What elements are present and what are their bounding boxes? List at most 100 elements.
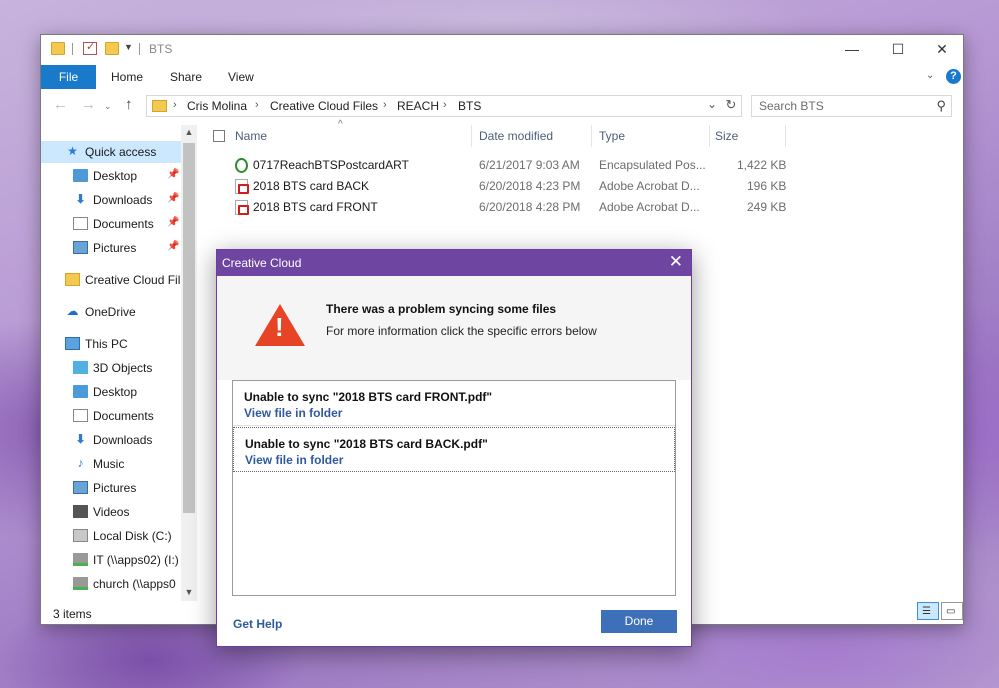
- column-name[interactable]: Name: [235, 125, 267, 147]
- view-file-in-folder-link[interactable]: View file in folder: [245, 453, 343, 467]
- expand-ribbon-icon[interactable]: ⌄: [926, 70, 934, 81]
- column-size[interactable]: Size: [715, 125, 738, 147]
- tab-share[interactable]: Share: [170, 65, 202, 89]
- scroll-down-icon[interactable]: ▼: [181, 587, 197, 597]
- nav-item-pc-desktop[interactable]: Desktop: [41, 381, 181, 403]
- details-view-button[interactable]: ☰: [917, 602, 939, 620]
- search-input[interactable]: [759, 97, 929, 115]
- nav-label: Desktop: [93, 385, 138, 399]
- nav-item-pc-pictures[interactable]: Pictures: [41, 477, 181, 499]
- tab-view[interactable]: View: [228, 65, 254, 89]
- nav-item-this-pc[interactable]: This PC: [41, 333, 181, 355]
- view-file-in-folder-link[interactable]: View file in folder: [244, 406, 342, 420]
- large-icons-view-button[interactable]: ▭: [941, 602, 963, 620]
- chevron-right-icon[interactable]: ›: [443, 99, 447, 111]
- nav-item-onedrive[interactable]: ☁ OneDrive: [41, 301, 181, 323]
- breadcrumb-creative-cloud-files[interactable]: Creative Cloud Files: [270, 99, 378, 113]
- up-arrow-icon[interactable]: ↑: [125, 96, 133, 113]
- breadcrumb-reach[interactable]: REACH: [397, 99, 439, 113]
- file-row[interactable]: 2018 BTS card BACK 6/20/2018 4:23 PM Ado…: [231, 176, 791, 197]
- maximize-button[interactable]: ☐: [875, 35, 921, 63]
- recent-locations-icon[interactable]: ⌄: [104, 101, 112, 112]
- scroll-up-icon[interactable]: ▲: [181, 127, 197, 137]
- error-list: Unable to sync "2018 BTS card FRONT.pdf"…: [232, 380, 676, 596]
- search-icon[interactable]: ⚲: [936, 98, 946, 114]
- back-arrow-icon[interactable]: ←: [53, 96, 68, 113]
- nav-item-pc-documents[interactable]: Documents: [41, 405, 181, 427]
- nav-item-local-disk[interactable]: Local Disk (C:): [41, 525, 181, 547]
- nav-item-3d-objects[interactable]: 3D Objects: [41, 357, 181, 379]
- pin-icon[interactable]: 📌: [167, 169, 179, 180]
- nav-label: Downloads: [93, 433, 153, 447]
- pdf-icon: [235, 179, 249, 194]
- onedrive-icon: ☁: [66, 304, 79, 318]
- tab-home[interactable]: Home: [111, 65, 143, 89]
- nav-item-pc-downloads[interactable]: ⬇ Downloads: [41, 429, 181, 451]
- pin-icon[interactable]: 📌: [167, 217, 179, 228]
- help-icon[interactable]: ?: [946, 69, 961, 84]
- tab-file[interactable]: File: [41, 65, 96, 89]
- chevron-right-icon[interactable]: ›: [255, 99, 259, 111]
- nav-item-creative-cloud-files[interactable]: Creative Cloud Fil: [41, 269, 181, 291]
- nav-item-music[interactable]: ♪ Music: [41, 453, 181, 475]
- nav-item-pictures[interactable]: Pictures 📌: [41, 237, 181, 259]
- large-icons-view-icon: ▭: [946, 606, 956, 617]
- details-view-icon: ☰: [922, 606, 931, 617]
- nav-scrollbar[interactable]: ▲ ▼: [181, 125, 197, 601]
- file-size: 1,422 KB: [737, 158, 787, 172]
- documents-icon: [73, 217, 88, 230]
- column-date-modified[interactable]: Date modified: [479, 125, 553, 147]
- nav-item-quick-access[interactable]: ★ Quick access: [41, 141, 181, 163]
- nav-item-documents[interactable]: Documents 📌: [41, 213, 181, 235]
- scrollbar-thumb[interactable]: [183, 143, 195, 513]
- file-size: 196 KB: [747, 179, 787, 193]
- error-item[interactable]: Unable to sync "2018 BTS card FRONT.pdf"…: [233, 381, 675, 426]
- file-type: Adobe Acrobat D...: [599, 200, 700, 214]
- file-row[interactable]: 2018 BTS card FRONT 6/20/2018 4:28 PM Ad…: [231, 197, 791, 218]
- customize-quick-access-icon[interactable]: ▼: [124, 42, 133, 52]
- nav-item-downloads[interactable]: ⬇ Downloads 📌: [41, 189, 181, 211]
- sort-ascending-icon: ^: [338, 119, 343, 130]
- minimize-button[interactable]: —: [829, 35, 875, 63]
- file-name: 2018 BTS card BACK: [253, 179, 370, 193]
- refresh-icon[interactable]: ↻: [722, 96, 740, 114]
- dialog-close-button[interactable]: ✕: [669, 252, 683, 272]
- network-drive-icon: [73, 577, 88, 590]
- address-dropdown-icon[interactable]: ⌄: [707, 97, 717, 111]
- chevron-right-icon[interactable]: ›: [173, 99, 177, 111]
- new-folder-icon[interactable]: [105, 42, 119, 55]
- properties-icon[interactable]: [83, 40, 97, 55]
- done-button[interactable]: Done: [601, 610, 677, 633]
- close-button[interactable]: ✕: [919, 35, 965, 63]
- chevron-right-icon[interactable]: ›: [383, 99, 387, 111]
- music-icon: ♪: [77, 456, 84, 470]
- column-type[interactable]: Type: [599, 125, 625, 147]
- nav-item-network-drive-church[interactable]: church (\\apps0: [41, 573, 181, 595]
- nav-label: Desktop: [93, 169, 138, 183]
- eps-icon: [235, 158, 248, 173]
- file-date: 6/20/2018 4:28 PM: [479, 200, 581, 214]
- divider: [72, 43, 73, 55]
- creative-cloud-folder-icon: [65, 273, 80, 286]
- pin-icon[interactable]: 📌: [167, 241, 179, 252]
- file-name: 0717ReachBTSPostcardART: [253, 158, 409, 172]
- error-item[interactable]: Unable to sync "2018 BTS card BACK.pdf" …: [233, 427, 675, 472]
- nav-label: 3D Objects: [93, 361, 153, 375]
- divider: [591, 125, 592, 147]
- breadcrumb-cris-molina[interactable]: Cris Molina: [187, 99, 247, 113]
- get-help-link[interactable]: Get Help: [233, 617, 282, 631]
- nav-item-network-drive-it[interactable]: IT (\\apps02) (I:): [41, 549, 181, 571]
- address-bar[interactable]: › Cris Molina › Creative Cloud Files › R…: [146, 95, 742, 117]
- forward-arrow-icon[interactable]: →: [81, 96, 96, 113]
- pictures-icon: [73, 481, 88, 494]
- nav-item-desktop[interactable]: Desktop 📌: [41, 165, 181, 187]
- dialog-subheading: For more information click the specific …: [326, 324, 597, 338]
- file-row[interactable]: 0717ReachBTSPostcardART 6/21/2017 9:03 A…: [231, 155, 791, 176]
- pin-icon[interactable]: 📌: [167, 193, 179, 204]
- breadcrumb-bts[interactable]: BTS: [458, 99, 481, 113]
- nav-label: IT (\\apps02) (I:): [93, 553, 179, 567]
- select-all-checkbox[interactable]: [213, 130, 225, 142]
- dialog-message-area: ! There was a problem syncing some files…: [217, 276, 691, 380]
- nav-item-videos[interactable]: Videos: [41, 501, 181, 523]
- nav-label: Pictures: [93, 241, 137, 255]
